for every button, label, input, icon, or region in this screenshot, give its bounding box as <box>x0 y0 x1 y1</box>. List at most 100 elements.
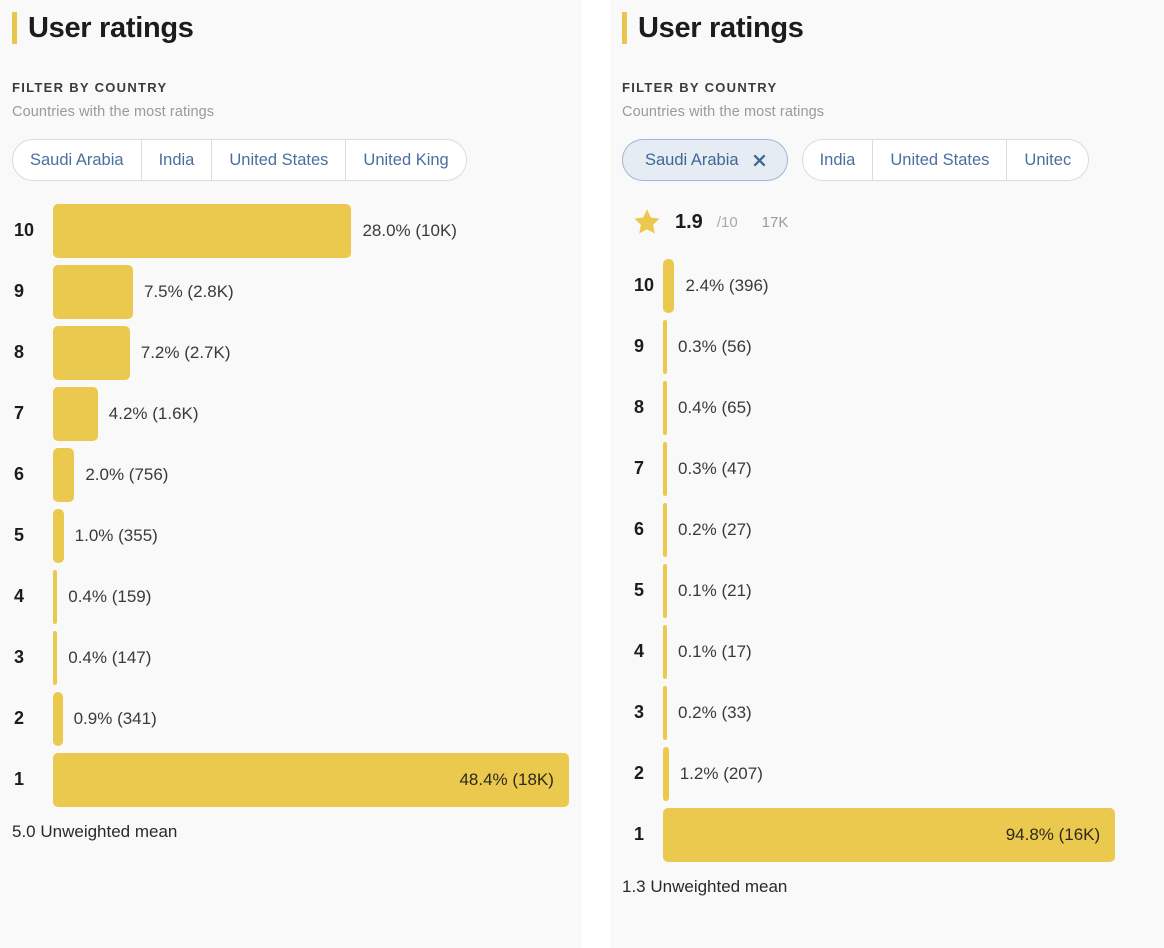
close-icon[interactable] <box>752 153 767 168</box>
rating-bar-value-label: 0.3% (47) <box>678 458 752 478</box>
rating-row: 4 0.1% (17) <box>622 621 1152 682</box>
rating-bar-area: 0.3% (56) <box>663 316 1152 377</box>
rating-bar-value-label: 1.2% (207) <box>679 763 763 783</box>
ratings-panel-unfiltered: User ratings FILTER BY COUNTRY Countries… <box>0 0 582 948</box>
star-icon <box>634 209 660 234</box>
rating-count: 17K <box>761 213 789 231</box>
rating-row-label: 3 <box>634 702 645 722</box>
ratings-panel-filtered: User ratings FILTER BY COUNTRY Countries… <box>610 0 1164 948</box>
rating-row-label: 7 <box>634 458 645 478</box>
country-chip-group[interactable]: India United States Unitec <box>801 139 1090 181</box>
rating-bar <box>53 264 133 319</box>
rating-bar <box>53 508 64 563</box>
rating-bar-area: 1.2% (207) <box>663 743 1152 804</box>
country-chip-unitec[interactable]: Unitec <box>1006 140 1088 180</box>
rating-bar-area: 1.0% (355) <box>53 505 570 566</box>
panel-divider <box>582 0 610 948</box>
rating-bar-value-label: 0.2% (27) <box>678 519 752 539</box>
rating-row: 2 1.2% (207) <box>622 743 1152 804</box>
rating-row-label: 3 <box>14 647 25 667</box>
rating-bar-value-label: 0.1% (17) <box>678 641 752 661</box>
rating-bar-value-label: 1.0% (355) <box>74 525 158 545</box>
rating-row: 9 7.5% (2.8K) <box>12 261 570 322</box>
rating-row-label: 7 <box>14 403 25 423</box>
rating-bar <box>53 203 352 258</box>
rating-row-label: 8 <box>14 342 25 362</box>
rating-row-label: 8 <box>634 397 645 417</box>
rating-bar-value-label: 0.2% (33) <box>678 702 752 722</box>
filter-section-subtitle: Countries with the most ratings <box>12 104 215 120</box>
rating-bar-value-label: 94.8% (16K) <box>1005 824 1101 844</box>
rating-bar-value-label: 0.3% (56) <box>678 336 752 356</box>
country-chip-india[interactable]: India <box>140 140 212 180</box>
rating-bar-area: 2.0% (756) <box>53 444 570 505</box>
rating-bar-area: 0.2% (33) <box>663 682 1152 743</box>
rating-bar-value-label: 0.9% (341) <box>73 708 157 728</box>
rating-bar <box>53 447 75 502</box>
unweighted-mean-label: 1.3 Unweighted mean <box>622 877 788 896</box>
rating-row-label: 6 <box>14 464 25 484</box>
ratings-bar-chart: 10 28.0% (10K) 9 7.5% (2.8K) 8 7.2% (2.7K) 7 4.… <box>12 200 570 810</box>
country-chip-united-king[interactable]: United King <box>345 140 465 180</box>
rating-row: 5 1.0% (355) <box>12 505 570 566</box>
rating-bar-area: 0.4% (147) <box>53 627 570 688</box>
rating-row: 8 0.4% (65) <box>622 377 1152 438</box>
country-chip-group[interactable]: Saudi Arabia India United States United Kin… <box>12 139 467 181</box>
rating-bar-area: 0.4% (159) <box>53 566 570 627</box>
rating-row: 7 4.2% (1.6K) <box>12 383 570 444</box>
rating-bar-value-label: 7.5% (2.8K) <box>143 281 234 301</box>
rating-bar-value-label: 28.0% (10K) <box>362 220 457 240</box>
rating-row-label: 1 <box>14 769 25 789</box>
rating-row-label: 10 <box>634 275 655 295</box>
rating-row-label: 9 <box>634 336 645 356</box>
rating-bar <box>53 325 130 380</box>
rating-bar-area: 7.2% (2.7K) <box>53 322 570 383</box>
rating-row-label: 2 <box>14 708 25 728</box>
rating-summary: 1.9 /10 17K <box>622 205 1152 239</box>
rating-row: 2 0.9% (341) <box>12 688 570 749</box>
rating-bar: 48.4% (18K) <box>53 752 569 807</box>
rating-row: 1 94.8% (16K) <box>622 804 1152 865</box>
filter-section-subtitle: Countries with the most ratings <box>622 104 825 120</box>
rating-bar-area: 0.9% (341) <box>53 688 570 749</box>
country-chip-india[interactable]: India <box>803 140 873 180</box>
rating-row: 1 48.4% (18K) <box>12 749 570 810</box>
country-chip-united-states[interactable]: United States <box>211 140 345 180</box>
rating-bar: 94.8% (16K) <box>663 807 1116 862</box>
page-title: User ratings <box>28 11 194 44</box>
rating-bar-area: 94.8% (16K) <box>663 804 1152 865</box>
selected-country-chip-saudi-arabia[interactable]: Saudi Arabia <box>622 139 788 181</box>
rating-bar-area: 0.4% (65) <box>663 377 1152 438</box>
country-chip-saudi-arabia[interactable]: Saudi Arabia <box>13 140 141 180</box>
rating-row-label: 5 <box>634 580 645 600</box>
rating-row-label: 4 <box>634 641 645 661</box>
country-filter-chips: Saudi Arabia India United States United Kin… <box>12 139 570 181</box>
rating-bar <box>663 258 675 313</box>
rating-bar-value-label: 0.4% (159) <box>68 586 152 606</box>
rating-bar-area: 0.1% (21) <box>663 560 1152 621</box>
ratings-bar-chart: 10 2.4% (396) 9 0.3% (56) 8 0.4% (65) 7 0.3% (4… <box>622 255 1152 865</box>
rating-bar-area: 0.3% (47) <box>663 438 1152 499</box>
rating-row: 5 0.1% (21) <box>622 560 1152 621</box>
title-accent-bar <box>12 12 17 44</box>
rating-bar-value-label: 2.0% (756) <box>85 464 169 484</box>
rating-row: 9 0.3% (56) <box>622 316 1152 377</box>
rating-bar-area: 7.5% (2.8K) <box>53 261 570 322</box>
ratings-comparison-screen: User ratings FILTER BY COUNTRY Countries… <box>0 0 1164 948</box>
rating-bar-area: 4.2% (1.6K) <box>53 383 570 444</box>
rating-row: 10 28.0% (10K) <box>12 200 570 261</box>
rating-bar-value-label: 0.1% (21) <box>678 580 752 600</box>
rating-row: 8 7.2% (2.7K) <box>12 322 570 383</box>
rating-row: 3 0.4% (147) <box>12 627 570 688</box>
rating-row-label: 2 <box>634 763 645 783</box>
rating-bar-area: 2.4% (396) <box>663 255 1152 316</box>
panel-title-row: User ratings <box>12 0 570 48</box>
page-title: User ratings <box>638 11 804 44</box>
rating-bar-value-label: 7.2% (2.7K) <box>140 342 231 362</box>
filter-section-label: FILTER BY COUNTRY <box>12 80 168 95</box>
rating-row-label: 4 <box>14 586 25 606</box>
country-chip-united-states[interactable]: United States <box>872 140 1006 180</box>
rating-row: 3 0.2% (33) <box>622 682 1152 743</box>
rating-row-label: 6 <box>634 519 645 539</box>
rating-bar <box>53 386 98 441</box>
